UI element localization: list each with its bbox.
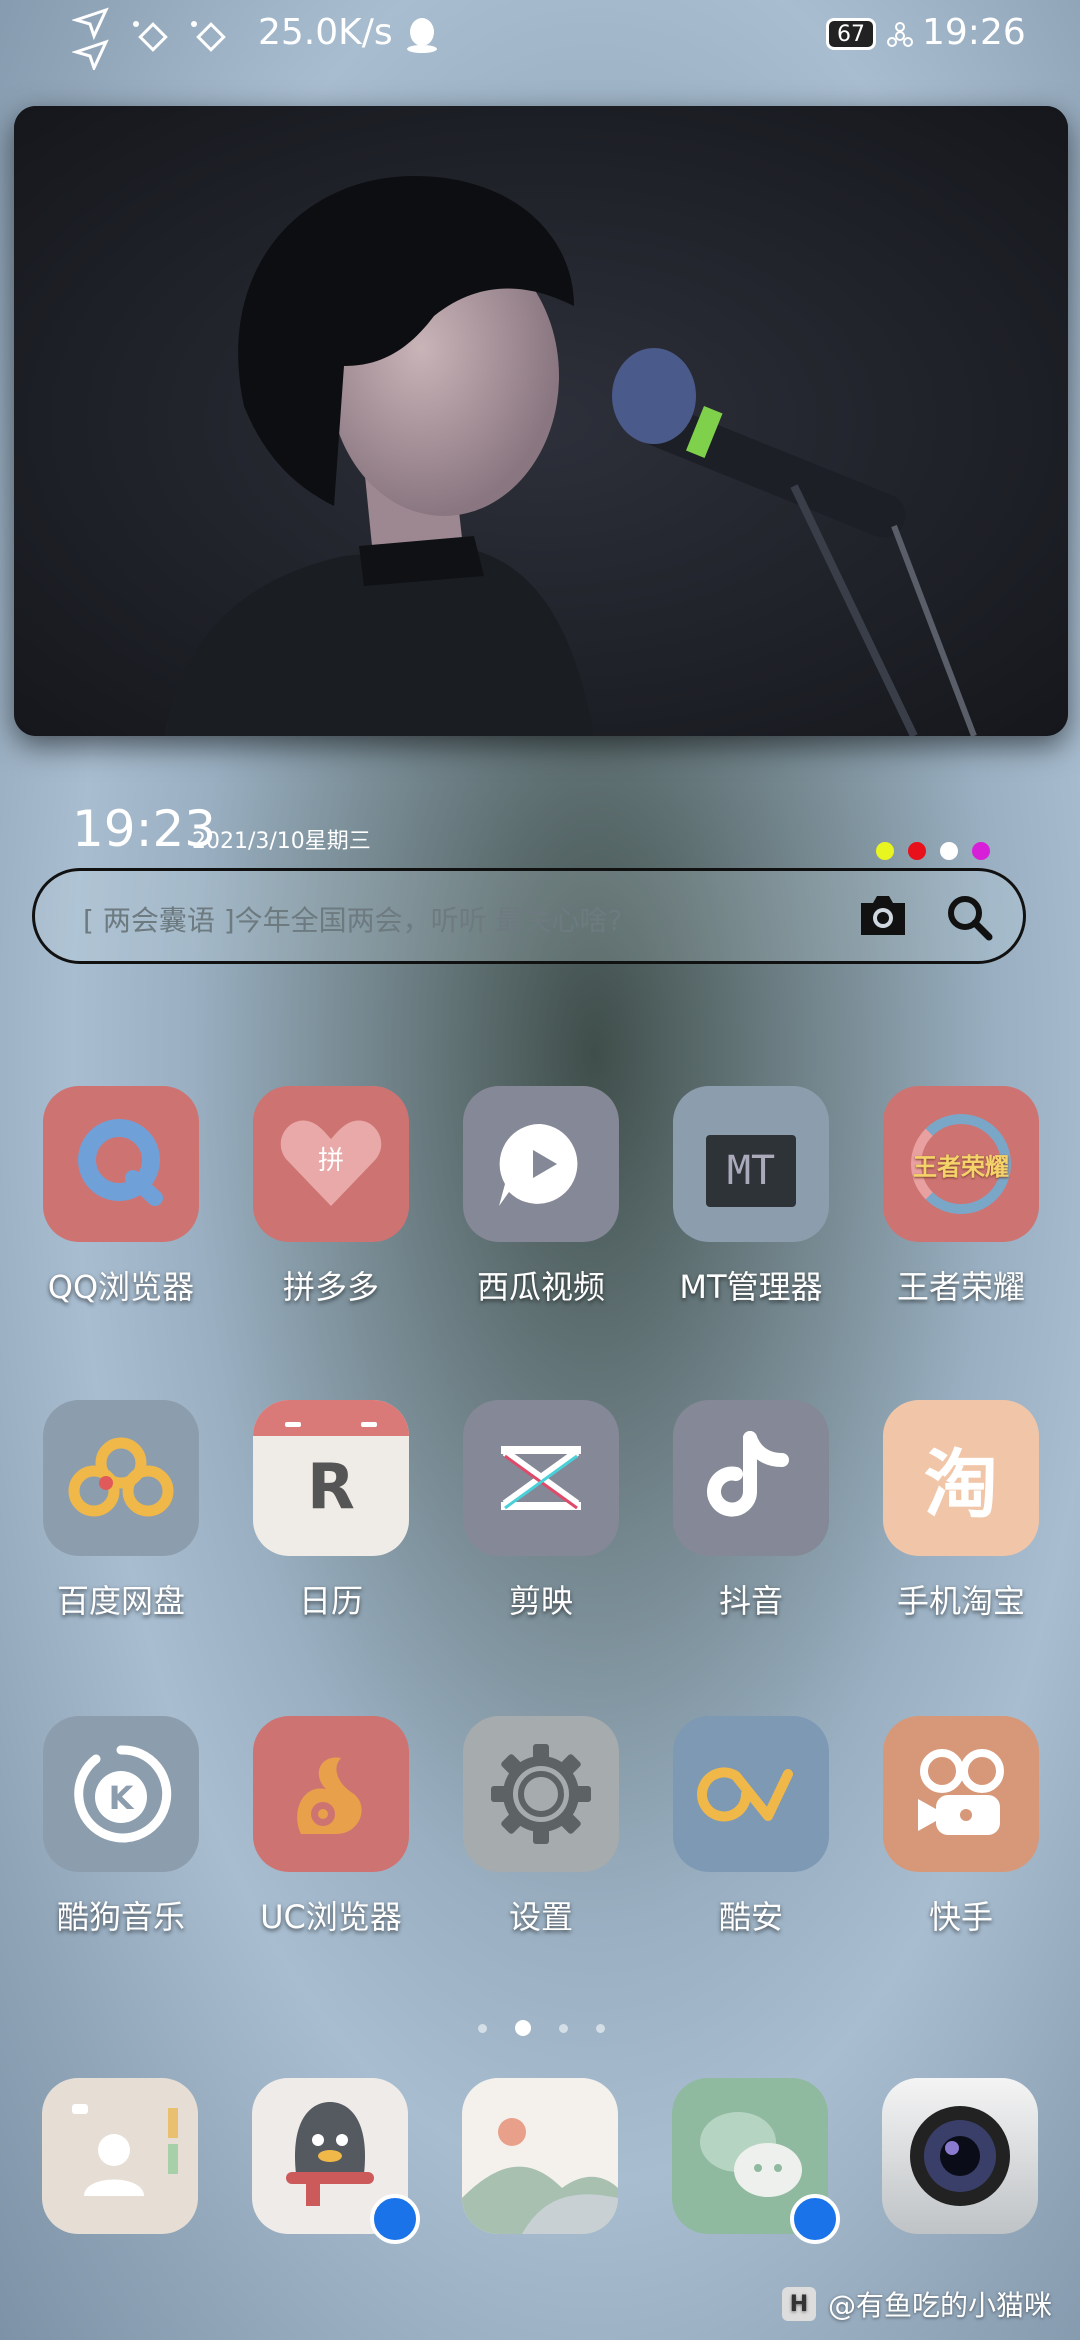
taobao-icon-text: 淘: [924, 1441, 998, 1528]
watermark-logo-icon: H: [781, 2287, 816, 2321]
network-speed: 25.0K/s: [258, 12, 393, 53]
app-label: 百度网盘: [56, 1582, 185, 1620]
app-label: 王者荣耀: [896, 1268, 1025, 1306]
app-label: 快手: [928, 1898, 993, 1936]
app-settings[interactable]: 设置: [436, 1716, 646, 1938]
camera-app-icon: [910, 2106, 1010, 2206]
app-jianying[interactable]: 剪映: [436, 1400, 646, 1622]
app-douyin[interactable]: 抖音: [646, 1400, 856, 1622]
app-label: 拼多多: [282, 1268, 379, 1306]
baidu-netdisk-icon: [43, 1400, 199, 1556]
status-time: 19:26: [922, 12, 1026, 53]
app-label: 抖音: [718, 1582, 783, 1620]
page-indicator[interactable]: [478, 2020, 605, 2036]
app-pinduoduo[interactable]: 拼 拼多多: [226, 1086, 436, 1308]
douyin-icon: [673, 1400, 829, 1556]
page-dot[interactable]: [478, 2023, 487, 2033]
app-kuaishou[interactable]: 快手: [856, 1716, 1066, 1938]
app-label: 西瓜视频: [476, 1268, 605, 1306]
gallery-icon: [462, 2118, 618, 2234]
notification-icons: [133, 21, 226, 52]
dock-wechat[interactable]: [672, 2078, 840, 2244]
app-uc-browser[interactable]: UC浏览器: [226, 1716, 436, 1938]
singer-photo: [14, 106, 1068, 736]
qq-browser-icon: [43, 1086, 199, 1242]
color-dot: [940, 842, 958, 860]
color-dot: [908, 842, 926, 860]
app-label: UC浏览器: [260, 1898, 402, 1936]
search-placeholder[interactable]: [ 两会囊语 ]今年全国两会，听听 最关心啥?: [83, 899, 622, 939]
game-icon-text: 王者荣耀: [913, 1152, 1009, 1181]
mt-icon-text: MT: [706, 1135, 796, 1207]
page-dot[interactable]: [559, 2023, 568, 2033]
app-label: 酷安: [718, 1898, 783, 1936]
app-label: 日历: [298, 1582, 363, 1620]
app-honor-of-kings[interactable]: 王者荣耀 王者荣耀: [856, 1086, 1066, 1308]
photo-widget[interactable]: [14, 106, 1068, 736]
kugou-icon-text: K: [109, 1779, 135, 1817]
app-label: 手机淘宝: [896, 1582, 1025, 1620]
dock-gallery[interactable]: [462, 2078, 618, 2234]
color-dots: [876, 842, 990, 860]
uc-browser-icon: [253, 1716, 409, 1872]
app-xigua-video[interactable]: 西瓜视频: [436, 1086, 646, 1308]
kugou-music-icon: K: [43, 1716, 199, 1872]
app-label: MT管理器: [679, 1268, 823, 1306]
watermark-text: @有鱼吃的小猫咪: [827, 2289, 1052, 2322]
app-label: 剪映: [508, 1582, 573, 1620]
kuaishou-icon: [883, 1716, 1039, 1872]
pinduoduo-icon: 拼: [253, 1086, 409, 1242]
app-calendar[interactable]: R 日历: [226, 1400, 436, 1622]
status-bar: 25.0K/s 67 19:26: [0, 0, 1080, 70]
contacts-icon: [72, 2104, 178, 2196]
settings-gear-icon: [463, 1716, 619, 1872]
coolapk-icon: [673, 1716, 829, 1872]
honor-of-kings-icon: 王者荣耀: [883, 1086, 1039, 1242]
widget-date: 2021/3/10星期三: [192, 829, 371, 854]
app-label: 酷狗音乐: [56, 1898, 185, 1936]
color-dot: [972, 842, 990, 860]
app-label: QQ浏览器: [47, 1268, 195, 1306]
pdd-icon-text: 拼: [318, 1146, 344, 1176]
calendar-icon: R: [253, 1400, 409, 1556]
mt-manager-icon: MT: [673, 1086, 829, 1242]
dock-camera[interactable]: [882, 2078, 1038, 2234]
app-qq-browser[interactable]: QQ浏览器: [16, 1086, 226, 1308]
navigation-arrow-icon: [72, 7, 109, 70]
page-dot-current[interactable]: [515, 2020, 531, 2036]
calendar-icon-text: R: [307, 1450, 355, 1523]
watermark: H @有鱼吃的小猫咪: [781, 2284, 1052, 2324]
app-taobao[interactable]: 淘 手机淘宝: [856, 1400, 1066, 1622]
xigua-video-icon: [463, 1086, 619, 1242]
app-kugou-music[interactable]: K 酷狗音乐: [16, 1716, 226, 1938]
dock-qq[interactable]: [252, 2078, 420, 2244]
color-dot: [876, 842, 894, 860]
app-coolapk[interactable]: 酷安: [646, 1716, 856, 1938]
fan-icon: [887, 22, 913, 47]
jianying-icon: [463, 1400, 619, 1556]
qq-notification-icon: [407, 18, 437, 53]
search-icon[interactable]: [945, 893, 993, 941]
verified-shield-icon: [790, 2194, 840, 2244]
app-baidu-netdisk[interactable]: 百度网盘: [16, 1400, 226, 1622]
camera-icon[interactable]: [857, 893, 909, 937]
taobao-icon: 淘: [883, 1400, 1039, 1556]
app-label: 设置: [508, 1898, 573, 1936]
dock-contacts[interactable]: [42, 2078, 198, 2234]
battery-indicator: 67: [826, 18, 876, 50]
verified-shield-icon: [370, 2194, 420, 2244]
page-dot[interactable]: [596, 2023, 605, 2033]
app-mt-manager[interactable]: MT MT管理器: [646, 1086, 856, 1308]
search-bar[interactable]: [ 两会囊语 ]今年全国两会，听听 最关心啥?: [32, 868, 1026, 964]
